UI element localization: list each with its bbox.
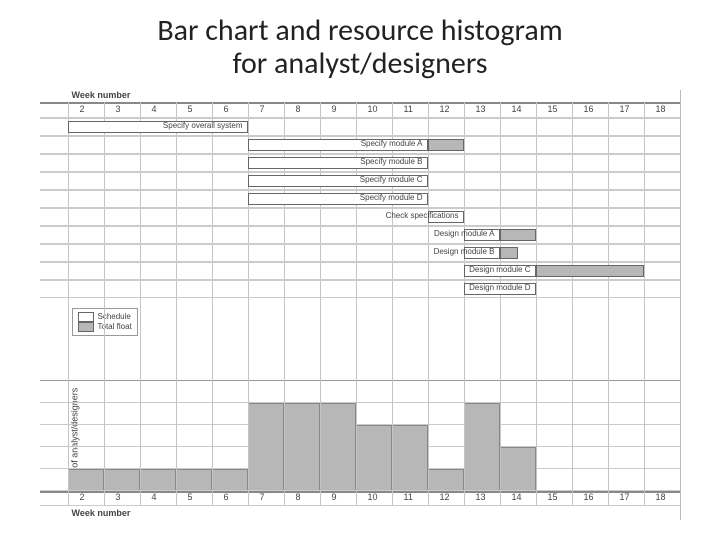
legend: Schedule Total float [72, 308, 138, 336]
task-label: Specify module A [361, 139, 423, 148]
week-tick: 7 [260, 492, 265, 502]
week-tick: 18 [656, 492, 666, 502]
week-tick: 3 [116, 104, 121, 114]
week-tick: 16 [584, 104, 594, 114]
float-bar [428, 139, 464, 151]
task-label: Design module D [469, 283, 530, 292]
title-line-2: for analyst/designers [232, 45, 487, 82]
week-tick: 13 [476, 104, 486, 114]
week-tick: 6 [224, 104, 229, 114]
schedule-bar: Specify module D [248, 193, 428, 205]
task-row [40, 226, 680, 244]
float-bar [500, 229, 536, 241]
week-tick: 11 [404, 104, 413, 114]
histogram-bar [356, 425, 392, 491]
week-tick: 18 [656, 104, 666, 114]
schedule-bar: Specify module C [248, 175, 428, 187]
histogram-bar [212, 469, 248, 491]
week-tick: 13 [476, 492, 486, 502]
page-title: Bar chart and resource histogram for ana… [30, 14, 690, 80]
histogram-bar [104, 469, 140, 491]
task-label: Check specifications [386, 211, 459, 220]
task-label: Design module A [434, 229, 494, 238]
week-tick: 7 [260, 104, 265, 114]
week-tick: 17 [620, 104, 630, 114]
histogram-bar [284, 403, 320, 491]
week-tick: 9 [332, 492, 337, 502]
histogram-bar [392, 425, 428, 491]
week-tick: 12 [440, 492, 450, 502]
schedule-bar: Design module A [464, 229, 500, 241]
histogram-bar [248, 403, 284, 491]
task-label: Specify module D [360, 193, 423, 202]
float-swatch-icon [78, 322, 94, 332]
week-tick: 14 [512, 104, 522, 114]
week-tick: 16 [584, 492, 594, 502]
task-label: Specify overall system [163, 121, 243, 130]
schedule-swatch-icon [78, 312, 94, 322]
task-label: Specify module C [360, 175, 423, 184]
week-tick: 17 [620, 492, 630, 502]
week-tick: 15 [548, 104, 558, 114]
schedule-bar: Specify overall system [68, 121, 248, 133]
week-tick: 10 [368, 492, 378, 502]
schedule-bar: Check specifications [428, 211, 464, 223]
week-tick: 14 [512, 492, 522, 502]
task-label: Design module C [469, 265, 530, 274]
task-row [40, 280, 680, 298]
legend-item-schedule: Schedule [78, 312, 132, 322]
resource-histogram: No. of analyst/designers [40, 380, 680, 493]
week-number-label-bottom: Week number [72, 508, 131, 518]
week-tick: 10 [368, 104, 378, 114]
week-tick: 4 [152, 104, 157, 114]
week-tick: 5 [188, 104, 193, 114]
week-tick: 5 [188, 492, 193, 502]
week-tick: 11 [404, 492, 413, 502]
schedule-bar: Design module B [464, 247, 500, 259]
histogram-bar [464, 403, 500, 491]
week-tick: 6 [224, 492, 229, 502]
histogram-bar [428, 469, 464, 491]
week-tick: 8 [296, 104, 301, 114]
week-tick: 2 [80, 492, 85, 502]
week-tick: 2 [80, 104, 85, 114]
schedule-bar: Design module D [464, 283, 536, 295]
week-number-label-top: Week number [72, 90, 131, 100]
schedule-bar: Specify module A [248, 139, 428, 151]
histogram-bar [176, 469, 212, 491]
week-tick: 3 [116, 492, 121, 502]
histogram-bar [500, 447, 536, 491]
histogram-bar [320, 403, 356, 491]
legend-item-float: Total float [78, 322, 132, 332]
week-tick: 12 [440, 104, 450, 114]
histogram-bar [68, 469, 104, 491]
histogram-bar [140, 469, 176, 491]
week-tick: 8 [296, 492, 301, 502]
task-label: Specify module B [360, 157, 422, 166]
float-bar [536, 265, 644, 277]
week-tick: 9 [332, 104, 337, 114]
task-row [40, 208, 680, 226]
week-tick: 15 [548, 492, 558, 502]
float-bar [500, 247, 518, 259]
figure: Week number No. of analyst/designers Wee… [40, 90, 681, 520]
task-row [40, 244, 680, 262]
task-label: Design module B [434, 247, 495, 256]
schedule-bar: Specify module B [248, 157, 428, 169]
title-line-1: Bar chart and resource histogram [157, 12, 562, 49]
week-tick: 4 [152, 492, 157, 502]
schedule-bar: Design module C [464, 265, 536, 277]
